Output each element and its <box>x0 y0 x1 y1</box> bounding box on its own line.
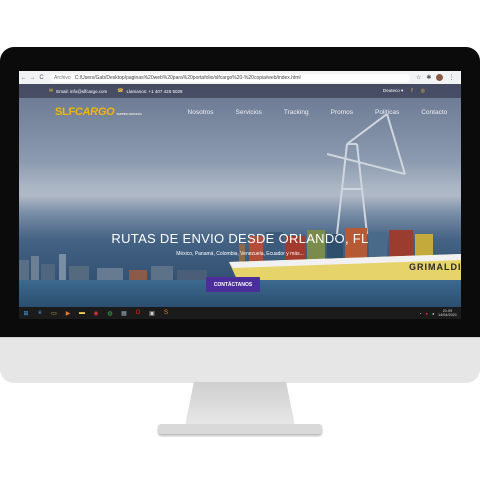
extension-icon[interactable]: ✱ <box>426 74 431 81</box>
hero-subtitle: México, Panamá, Colombia, Venezuela, Ecu… <box>176 251 304 257</box>
windows-taskbar: ⊞ e ▭ ▶ ▬ ◉ ◍ ▦ O ▣ S ◔ ● ◂ 21:09 14/04/… <box>19 307 461 319</box>
instagram-icon[interactable]: ◎ <box>421 88 425 94</box>
settings-icon[interactable]: ◉ <box>89 307 103 319</box>
ship-name: GRIMALDI <box>409 262 461 272</box>
website: GRIMALDI ✉ Email: info@slfcargo.com ☎ Ll… <box>19 84 461 307</box>
clock-date: 14/04/2021 <box>437 313 457 317</box>
chrome-icon[interactable]: ◍ <box>103 307 117 319</box>
port-crane <box>327 114 406 234</box>
phone-icon: ☎ <box>117 88 124 94</box>
url-scheme: Archivo <box>54 74 71 81</box>
facebook-icon[interactable]: f <box>411 88 412 94</box>
url-text: C:/Users/Gab/Desktop/paginas%20web%20par… <box>74 74 301 81</box>
avatar[interactable] <box>436 74 444 81</box>
contact-button[interactable]: CONTÁCTANOS <box>206 277 260 292</box>
phone-item[interactable]: ☎ Llamanos: +1 407 426 5028 <box>117 88 182 94</box>
browser-actions: ☆ ✱ ⋮ <box>416 74 454 81</box>
opera-icon[interactable]: O <box>131 307 145 319</box>
main-navbar: SLF CARGO SHIPPING SERVICES Nosotros Ser… <box>19 98 461 126</box>
monitor-base <box>158 424 322 434</box>
nav-item-contacto[interactable]: Contacto <box>421 109 447 116</box>
security-icon[interactable]: ● <box>426 311 428 316</box>
nav-item-tracking[interactable]: Tracking <box>284 109 309 116</box>
nav-item-promos[interactable]: Promos <box>331 109 353 116</box>
explorer-icon[interactable]: ▭ <box>47 307 61 319</box>
network-icon[interactable]: ◔ <box>419 311 421 316</box>
logo[interactable]: SLF CARGO SHIPPING SERVICES <box>55 106 142 118</box>
monitor: ← → C Archivo C:/Users/Gab/Desktop/pagin… <box>0 47 480 383</box>
sublime-icon[interactable]: S <box>159 307 173 319</box>
monitor-stand <box>185 382 295 426</box>
star-icon[interactable]: ☆ <box>416 74 421 81</box>
nav-item-politicas[interactable]: Politicas <box>375 109 399 116</box>
clock[interactable]: 21:09 14/04/2021 <box>438 309 457 318</box>
store-icon[interactable]: ▦ <box>117 307 131 319</box>
phone-text: Llamanos: +1 407 426 5028 <box>126 88 183 94</box>
menu-icon[interactable]: ⋮ <box>448 74 454 81</box>
forward-icon[interactable]: → <box>28 75 37 81</box>
nav-menu: Nosotros Servicios Tracking Promos Polit… <box>188 109 448 116</box>
hero-title: RUTAS DE ENVIO DESDE ORLANDO, FL <box>111 231 369 246</box>
mail-icon: ✉ <box>49 88 54 94</box>
monitor-chin <box>0 337 480 383</box>
logo-main: SLF <box>55 106 75 118</box>
edge-icon[interactable]: e <box>33 307 47 319</box>
address-bar[interactable]: Archivo C:/Users/Gab/Desktop/paginas%20w… <box>50 73 410 82</box>
contact-topbar: ✉ Email: info@slfcargo.com ☎ Llamanos: +… <box>19 84 461 98</box>
reload-icon[interactable]: C <box>37 75 46 81</box>
logo-accent: CARGO <box>74 106 115 118</box>
email-text: Email: info@slfcargo.com <box>56 88 108 94</box>
language-select[interactable]: Deuteco ▾ <box>383 88 403 94</box>
browser-toolbar: ← → C Archivo C:/Users/Gab/Desktop/pagin… <box>19 71 461 84</box>
folder-icon[interactable]: ▬ <box>75 307 89 319</box>
system-tray: ◔ ● ◂ 21:09 14/04/2021 <box>419 309 457 318</box>
email-item[interactable]: ✉ Email: info@slfcargo.com <box>49 88 107 94</box>
windows-icon[interactable]: ⊞ <box>19 307 33 319</box>
volume-icon[interactable]: ◂ <box>432 311 434 316</box>
media-icon[interactable]: ▶ <box>61 307 75 319</box>
terminal-icon[interactable]: ▣ <box>145 307 159 319</box>
screen: ← → C Archivo C:/Users/Gab/Desktop/pagin… <box>19 71 461 319</box>
nav-item-nosotros[interactable]: Nosotros <box>188 109 214 116</box>
logo-tagline: SHIPPING SERVICES <box>116 112 142 116</box>
back-icon[interactable]: ← <box>19 75 28 81</box>
topbar-right: Deuteco ▾ f ◎ <box>383 88 425 94</box>
nav-item-servicios[interactable]: Servicios <box>236 109 262 116</box>
